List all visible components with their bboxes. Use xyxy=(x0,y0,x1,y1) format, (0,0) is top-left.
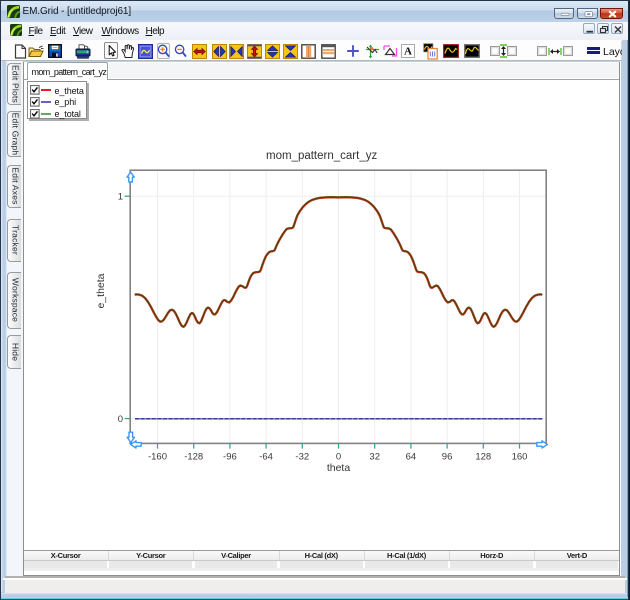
svg-text:e_theta: e_theta xyxy=(95,273,107,308)
svg-text:96: 96 xyxy=(442,451,453,462)
svg-text:theta: theta xyxy=(327,462,351,474)
svg-text:-96: -96 xyxy=(223,451,237,462)
svg-text:-160: -160 xyxy=(148,451,167,462)
svg-text:32: 32 xyxy=(369,451,380,462)
svg-text:128: 128 xyxy=(475,451,491,462)
svg-text:0: 0 xyxy=(118,414,123,425)
svg-text:0: 0 xyxy=(336,451,341,462)
svg-text:-32: -32 xyxy=(295,451,309,462)
svg-text:64: 64 xyxy=(406,451,417,462)
svg-text:-64: -64 xyxy=(259,451,273,462)
svg-text:-128: -128 xyxy=(184,451,203,462)
svg-text:1: 1 xyxy=(118,192,123,203)
svg-text:160: 160 xyxy=(512,451,528,462)
